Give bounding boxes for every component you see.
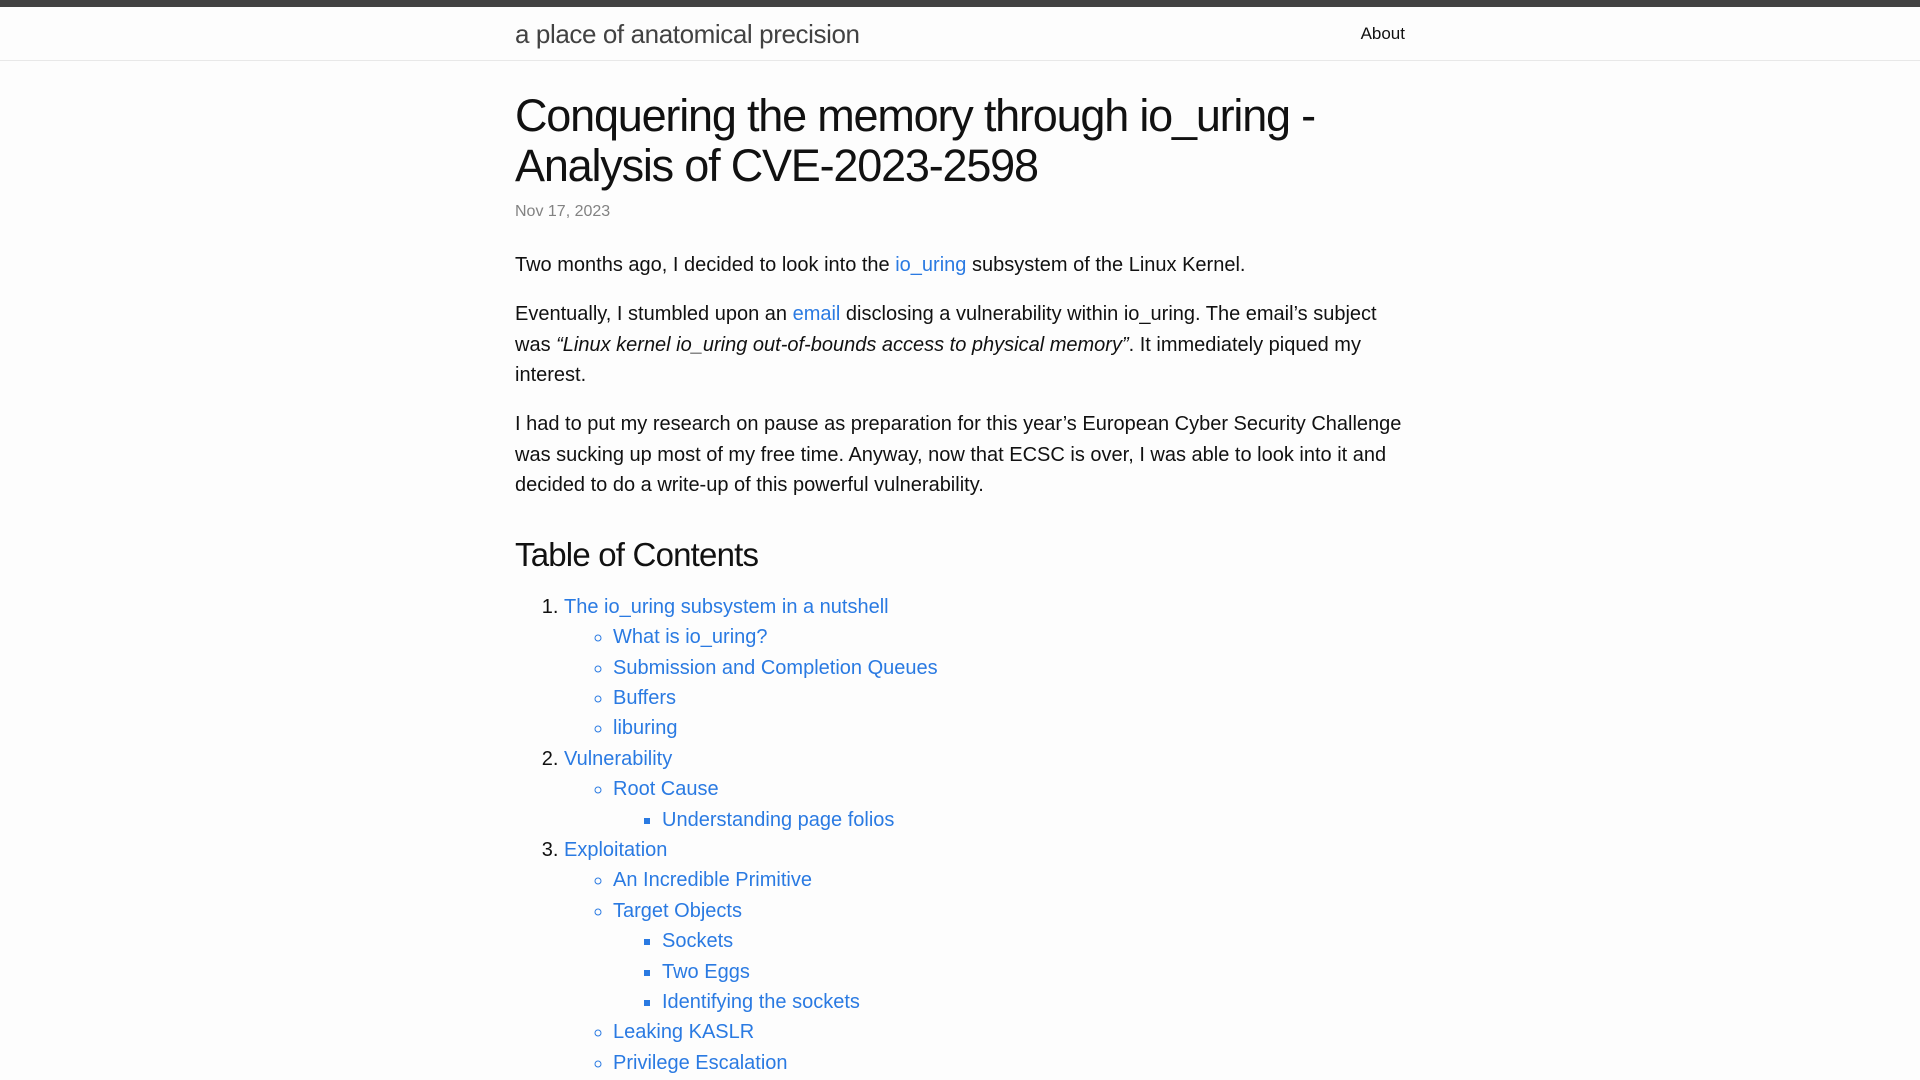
toc-item-3-4: Privilege Escalation Peeling back tcp_so… xyxy=(613,1048,1405,1080)
toc-item-2-1: Root Cause Understanding page folios xyxy=(613,774,1405,835)
toc-link-target-objects[interactable]: Target Objects xyxy=(613,900,742,922)
toc-item-1: The io_uring subsystem in a nutshell Wha… xyxy=(564,592,1405,744)
toc-item-1-4: liburing xyxy=(613,713,1405,743)
toc-link-root-cause[interactable]: Root Cause xyxy=(613,778,719,800)
toc-item-1-2: Submission and Completion Queues xyxy=(613,653,1405,683)
toc-item-3-2-2: Two Eggs xyxy=(662,957,1405,987)
toc-sublist-2: Root Cause Understanding page folios xyxy=(564,774,1405,835)
toc-link-what-is-io-uring[interactable]: What is io_uring? xyxy=(613,626,768,648)
top-accent-bar xyxy=(0,0,1920,7)
toc-link-exploitation[interactable]: Exploitation xyxy=(564,839,667,861)
toc-link-privilege-escalation[interactable]: Privilege Escalation xyxy=(613,1052,788,1074)
toc-sublist-3-2: Sockets Two Eggs Identifying the sockets xyxy=(613,926,1405,1017)
toc-item-1-3: Buffers xyxy=(613,683,1405,713)
page-title: Conquering the memory through io_uring -… xyxy=(515,90,1316,192)
site-nav: About xyxy=(1361,7,1405,60)
toc-item-3-3: Leaking KASLR xyxy=(613,1017,1405,1047)
content-wrapper: Conquering the memory through io_uring -… xyxy=(515,90,1405,1080)
toc-item-3-2-1: Sockets xyxy=(662,926,1405,956)
toc-item-3-1: An Incredible Primitive xyxy=(613,865,1405,895)
toc-sublist-2-1: Understanding page folios xyxy=(613,805,1405,835)
email-link[interactable]: email xyxy=(793,303,841,325)
io-uring-link[interactable]: io_uring xyxy=(895,254,966,276)
intro-paragraph-3: I had to put my research on pause as pre… xyxy=(515,413,1402,497)
post-date: Nov 17, 2023 xyxy=(515,202,611,220)
toc-item-2-1-1: Understanding page folios xyxy=(662,805,1405,835)
toc-sublist-1: What is io_uring? Submission and Complet… xyxy=(564,622,1405,744)
toc-link-buffers[interactable]: Buffers xyxy=(613,687,676,709)
p2-text-before: Eventually, I stumbled upon an xyxy=(515,303,793,326)
toc-link-an-incredible-primitive[interactable]: An Incredible Primitive xyxy=(613,869,812,891)
intro-paragraph-1: Two months ago, I decided to look into t… xyxy=(515,250,1405,280)
toc-link-vulnerability[interactable]: Vulnerability xyxy=(564,748,672,770)
toc-heading: Table of Contents xyxy=(515,535,759,573)
page-content: Conquering the memory through io_uring -… xyxy=(0,61,1920,1080)
site-header: a place of anatomical precision About xyxy=(0,7,1920,61)
post-header: Conquering the memory through io_uring -… xyxy=(515,90,1405,224)
header-wrapper: a place of anatomical precision About xyxy=(515,7,1405,60)
toc-item-1-1: What is io_uring? xyxy=(613,622,1405,652)
toc-link-two-eggs[interactable]: Two Eggs xyxy=(662,961,750,983)
toc-item-3-2-3: Identifying the sockets xyxy=(662,987,1405,1017)
toc-link-sockets[interactable]: Sockets xyxy=(662,930,733,952)
toc-link-identifying-the-sockets[interactable]: Identifying the sockets xyxy=(662,991,860,1013)
nav-link-about[interactable]: About xyxy=(1361,21,1405,47)
toc-link-leaking-kaslr[interactable]: Leaking KASLR xyxy=(613,1021,754,1043)
toc-item-3: Exploitation An Incredible Primitive Tar… xyxy=(564,835,1405,1080)
post-article: Conquering the memory through io_uring -… xyxy=(515,90,1405,1080)
site-title-link[interactable]: a place of anatomical precision xyxy=(515,7,860,61)
toc-link-submission-completion-queues[interactable]: Submission and Completion Queues xyxy=(613,657,938,679)
intro-paragraph-2: Eventually, I stumbled upon an email dis… xyxy=(515,299,1405,390)
toc-item-2: Vulnerability Root Cause Understanding p… xyxy=(564,744,1405,835)
toc-link-liburing[interactable]: liburing xyxy=(613,717,677,739)
toc-link-understanding-page-folios[interactable]: Understanding page folios xyxy=(662,809,894,831)
toc-sublist-3: An Incredible Primitive Target Objects S… xyxy=(564,865,1405,1080)
toc-link-io-uring-subsystem[interactable]: The io_uring subsystem in a nutshell xyxy=(564,596,889,618)
p1-text-after: subsystem of the Linux Kernel. xyxy=(966,253,1246,276)
p2-email-subject-quote: “Linux kernel io_uring out-of-bounds acc… xyxy=(556,333,1129,356)
table-of-contents: The io_uring subsystem in a nutshell Wha… xyxy=(515,592,1405,1080)
post-content: Two months ago, I decided to look into t… xyxy=(515,250,1405,1080)
toc-item-3-2: Target Objects Sockets Two Eggs Identify… xyxy=(613,896,1405,1018)
p1-text-before: Two months ago, I decided to look into t… xyxy=(515,253,896,276)
